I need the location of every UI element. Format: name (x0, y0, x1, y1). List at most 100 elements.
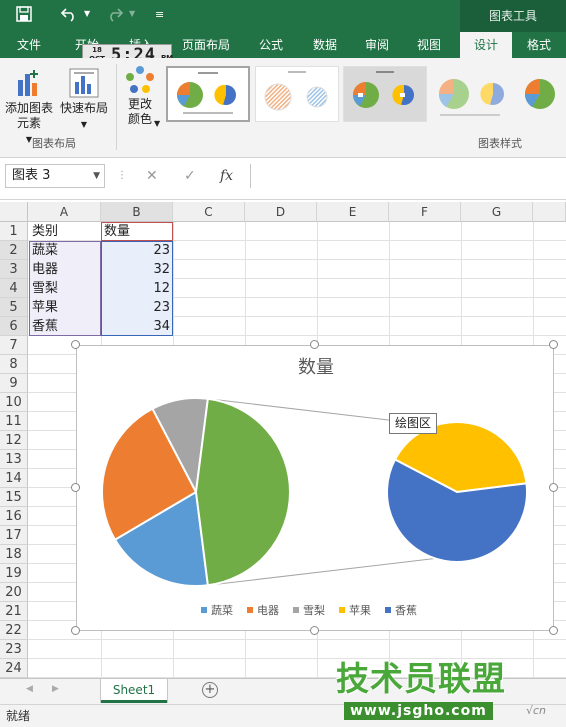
customize-toolbar-icon[interactable]: ≡ (155, 8, 164, 21)
col-header-g[interactable]: G (461, 202, 533, 222)
resize-handle-bottom-left[interactable] (71, 626, 80, 635)
resize-handle-top[interactable] (310, 340, 319, 349)
row-header-5[interactable]: 5 (0, 298, 28, 317)
tab-format[interactable]: 格式 (514, 32, 564, 58)
pie-slice-other[interactable] (194, 397, 292, 587)
row-header-17[interactable]: 17 (0, 526, 28, 545)
cell-a2[interactable]: 蔬菜 (29, 241, 101, 260)
legend-item-4[interactable]: 苹果 (339, 603, 371, 617)
row-header-4[interactable]: 4 (0, 279, 28, 298)
legend-swatch (293, 607, 299, 613)
row-header-21[interactable]: 21 (0, 602, 28, 621)
confirm-icon[interactable]: ✓ (184, 164, 196, 188)
row-header-16[interactable]: 16 (0, 507, 28, 526)
col-header-f[interactable]: F (389, 202, 461, 222)
row-header-24[interactable]: 24 (0, 659, 28, 678)
col-header-b[interactable]: B (101, 202, 173, 222)
tab-page-layout[interactable]: 页面布局 (172, 32, 240, 58)
redo-dropdown-icon[interactable]: ▼ (129, 9, 135, 18)
chart-style-4[interactable] (430, 66, 514, 122)
resize-handle-bottom-right[interactable] (549, 626, 558, 635)
row-header-19[interactable]: 19 (0, 564, 28, 583)
cell-a5[interactable]: 苹果 (29, 298, 101, 317)
chevron-down-icon[interactable]: ▼ (93, 165, 100, 187)
chart-title[interactable]: 数量 (298, 357, 334, 377)
quick-layout-button[interactable]: 快速布局 ▼ (58, 68, 110, 132)
name-box[interactable]: 图表 3 ▼ (5, 164, 105, 188)
chart-style-2[interactable] (255, 66, 339, 122)
pie-of-pie-chart[interactable]: 数量 蔬菜 电器 雪梨 苹果 香蕉 (77, 346, 555, 632)
add-sheet-icon[interactable]: + (202, 682, 218, 698)
legend-item-5[interactable]: 香蕉 (385, 604, 417, 617)
resize-handle-top-left[interactable] (71, 340, 80, 349)
watermark-url: www.jsgho.com (344, 702, 493, 720)
col-header-h[interactable] (533, 202, 566, 222)
add-chart-element-icon (18, 70, 38, 96)
resize-handle-right[interactable] (549, 483, 558, 492)
redo-icon[interactable] (106, 6, 124, 26)
col-header-d[interactable]: D (245, 202, 317, 222)
col-header-a[interactable]: A (28, 202, 101, 222)
row-header-18[interactable]: 18 (0, 545, 28, 564)
tab-formulas[interactable]: 公式 (246, 32, 296, 58)
cell-a1[interactable]: 类别 (29, 222, 101, 241)
cell-b5[interactable]: 23 (101, 298, 173, 317)
row-header-10[interactable]: 10 (0, 393, 28, 412)
col-header-c[interactable]: C (173, 202, 245, 222)
undo-icon[interactable] (60, 6, 78, 26)
cell-a3[interactable]: 电器 (29, 260, 101, 279)
row-header-23[interactable]: 23 (0, 640, 28, 659)
row-header-11[interactable]: 11 (0, 412, 28, 431)
legend-item-1[interactable]: 蔬菜 (201, 604, 233, 617)
change-colors-button[interactable]: 更改颜色 ▼ (120, 64, 160, 128)
row-header-14[interactable]: 14 (0, 469, 28, 488)
row-header-9[interactable]: 9 (0, 374, 28, 393)
cell-b1[interactable]: 数量 (101, 222, 173, 241)
tab-view[interactable]: 视图 (404, 32, 454, 58)
insert-function-icon[interactable]: fx (220, 164, 233, 188)
tab-design[interactable]: 设计 (460, 32, 512, 58)
row-header-1[interactable]: 1 (0, 222, 28, 241)
cell-b6[interactable]: 34 (101, 317, 173, 336)
row-header-8[interactable]: 8 (0, 355, 28, 374)
tab-review[interactable]: 审阅 (352, 32, 402, 58)
cancel-icon[interactable]: ✕ (146, 164, 158, 188)
row-header-6[interactable]: 6 (0, 317, 28, 336)
cell-a4[interactable]: 雪梨 (29, 279, 101, 298)
cell-a6[interactable]: 香蕉 (29, 317, 101, 336)
legend-swatch (247, 607, 253, 613)
chart-style-3[interactable] (343, 66, 427, 122)
row-header-3[interactable]: 3 (0, 260, 28, 279)
resize-handle-bottom[interactable] (310, 626, 319, 635)
row-header-12[interactable]: 12 (0, 431, 28, 450)
sheet-tab-sheet1[interactable]: Sheet1 (101, 679, 167, 703)
row-header-20[interactable]: 20 (0, 583, 28, 602)
style-5-preview-icon (524, 79, 555, 109)
resize-handle-top-right[interactable] (549, 340, 558, 349)
tab-file[interactable]: 文件 (4, 32, 54, 58)
cell-b3[interactable]: 32 (101, 260, 173, 279)
formula-input[interactable] (250, 164, 566, 188)
chart-area[interactable]: 数量 蔬菜 电器 雪梨 苹果 香蕉 (76, 345, 554, 631)
chart-style-5[interactable] (516, 66, 566, 122)
legend-item-2[interactable]: 电器 (247, 604, 279, 617)
legend-item-3[interactable]: 雪梨 (293, 603, 325, 617)
col-header-e[interactable]: E (317, 202, 389, 222)
row-header-15[interactable]: 15 (0, 488, 28, 507)
scroll-left-icon[interactable]: ◀ (26, 684, 33, 694)
resize-handle-left[interactable] (71, 483, 80, 492)
row-header-7[interactable]: 7 (0, 336, 28, 355)
quick-layout-icon (69, 68, 99, 98)
select-all-corner[interactable] (0, 202, 28, 222)
row-header-2[interactable]: 2 (0, 241, 28, 260)
legend-label: 雪梨 (303, 603, 325, 617)
undo-dropdown-icon[interactable]: ▼ (84, 9, 90, 18)
chart-style-1[interactable] (166, 66, 250, 122)
scroll-right-icon[interactable]: ▶ (52, 684, 59, 694)
row-header-22[interactable]: 22 (0, 621, 28, 640)
cell-b4[interactable]: 12 (101, 279, 173, 298)
cell-b2[interactable]: 23 (101, 241, 173, 260)
save-icon[interactable] (16, 6, 32, 26)
row-header-13[interactable]: 13 (0, 450, 28, 469)
tab-data[interactable]: 数据 (300, 32, 350, 58)
